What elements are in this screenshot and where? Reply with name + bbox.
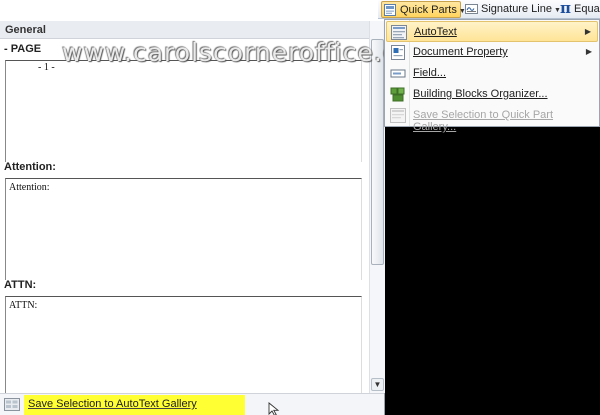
gallery-footer: Save Selection to AutoText Gallery xyxy=(0,393,384,415)
menu-item-document-property[interactable]: Document Property ▶ xyxy=(386,42,598,63)
quick-parts-menu: AutoText ▶ Document Property ▶ Field... … xyxy=(384,19,600,133)
autotext-icon xyxy=(391,25,407,40)
quick-parts-button[interactable]: Quick Parts ▼ xyxy=(381,1,466,18)
quick-parts-icon xyxy=(384,4,396,16)
entry-label-attn: ATTN: xyxy=(4,279,37,291)
gallery-scrollbar[interactable]: ▼ xyxy=(369,21,385,393)
scroll-thumb[interactable] xyxy=(371,39,384,265)
entry-name-page: PAGE xyxy=(10,43,42,55)
save-selection-autotext-button[interactable]: Save Selection to AutoText Gallery xyxy=(28,398,197,410)
submenu-arrow-icon: ▶ xyxy=(585,47,592,56)
gallery-scroll-area: - PAGE - 1 - Attention: Attention: ATTN:… xyxy=(0,40,369,393)
menu-item-label: Save Selection to Quick Part Gallery... xyxy=(413,109,554,133)
save-to-quick-part-icon xyxy=(390,108,406,123)
autotext-gallery: General - PAGE - 1 - Attention: Attentio… xyxy=(0,0,385,415)
menu-item-save-to-quick-part-gallery[interactable]: Save Selection to Quick Part Gallery... xyxy=(386,105,598,133)
quick-parts-label: Quick Parts xyxy=(400,4,457,16)
signature-line-icon xyxy=(465,4,478,14)
submenu-arrow-icon: ▶ xyxy=(584,27,591,36)
signature-line-label: Signature Line xyxy=(481,3,552,15)
ribbon-insert-group: Quick Parts ▼ Signature Line ▼ π Equa xyxy=(378,0,600,19)
save-to-gallery-icon xyxy=(4,398,20,411)
preview-text-attn: ATTN: xyxy=(9,300,38,311)
menu-item-label: Field... xyxy=(413,67,447,79)
entry-label-page: - PAGE xyxy=(4,43,42,55)
menu-item-autotext[interactable]: AutoText ▶ xyxy=(386,21,598,42)
menu-item-building-blocks-organizer[interactable]: Building Blocks Organizer... xyxy=(386,84,598,105)
field-icon xyxy=(390,69,406,78)
document-property-icon xyxy=(391,45,405,60)
menu-item-label: Building Blocks Organizer... xyxy=(413,88,548,100)
equation-button[interactable]: π Equa xyxy=(560,0,600,18)
gallery-category-header: General xyxy=(0,21,369,39)
menu-item-label: Document Property xyxy=(413,46,508,58)
entry-preview-attn[interactable]: ATTN: xyxy=(5,296,362,393)
pi-icon: π xyxy=(560,0,571,17)
building-blocks-icon xyxy=(390,87,405,102)
menu-item-field[interactable]: Field... xyxy=(386,63,598,84)
entry-label-attention: Attention: xyxy=(4,161,56,173)
mouse-cursor-icon xyxy=(268,402,280,415)
menu-item-label: AutoText xyxy=(414,26,457,38)
equation-label: Equa xyxy=(574,3,600,15)
page-number-text: - 1 - xyxy=(38,62,55,73)
entry-preview-page[interactable]: - 1 - xyxy=(5,60,362,162)
preview-text-attention: Attention: xyxy=(9,182,50,193)
entry-preview-attention[interactable]: Attention: xyxy=(5,178,362,280)
scroll-down-icon[interactable]: ▼ xyxy=(371,378,384,391)
signature-line-button[interactable]: Signature Line ▼ xyxy=(464,1,561,18)
